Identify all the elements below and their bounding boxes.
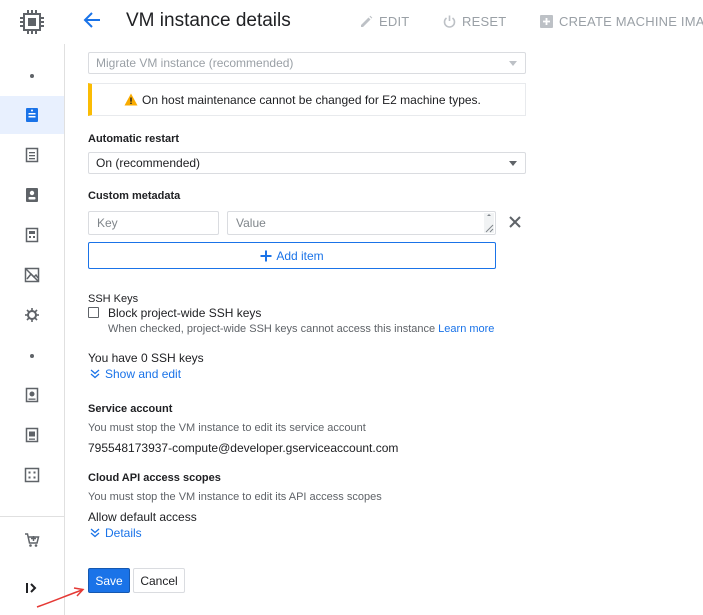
chevron-down-icon [509, 161, 517, 166]
metadata-key-input[interactable]: Key [88, 211, 219, 235]
metadata-value-textarea[interactable]: Value [227, 211, 496, 235]
api-access-scopes-label: Cloud API access scopes [88, 472, 221, 484]
add-item-label: Add item [276, 248, 324, 263]
reset-button[interactable]: RESET [443, 14, 506, 29]
ssh-keys-label: SSH Keys [88, 293, 139, 305]
block-project-ssh-keys-checkbox[interactable] [88, 307, 99, 318]
create-machine-image-label: CREATE MACHINE IMAG [559, 14, 703, 29]
snapshots-nav-icon[interactable] [0, 425, 64, 445]
warning-text: On host maintenance cannot be changed fo… [142, 92, 481, 107]
page-title: VM instance details [126, 10, 291, 31]
chevron-down-icon [509, 61, 517, 66]
show-and-edit-label: Show and edit [105, 367, 182, 381]
instance-templates-nav-icon[interactable] [0, 185, 64, 205]
on-host-maintenance-value: Migrate VM instance (recommended) [96, 56, 294, 70]
disks-nav-icon[interactable] [0, 385, 64, 405]
details-label: Details [105, 526, 142, 540]
service-account-help: You must stop the VM instance to edit it… [88, 422, 366, 434]
machine-images-nav-icon[interactable] [0, 265, 64, 285]
power-icon [443, 15, 456, 28]
automatic-restart-select[interactable]: On (recommended) [88, 152, 526, 174]
plus-icon [260, 250, 272, 261]
page-header: VM instance details EDIT RESET CREATE MA… [64, 0, 703, 44]
metadata-key-placeholder: Key [97, 216, 118, 230]
warning-icon [124, 93, 138, 106]
annotation-arrow-icon [36, 587, 85, 608]
compute-engine-logo-icon[interactable] [0, 2, 64, 42]
images-nav-icon[interactable] [0, 465, 64, 485]
on-host-maintenance-select: Migrate VM instance (recommended) [88, 52, 526, 74]
save-button[interactable]: Save [88, 568, 130, 593]
left-nav-sidebar [0, 0, 65, 615]
section-dot-icon [0, 346, 64, 366]
custom-metadata-label: Custom metadata [88, 190, 181, 202]
remove-item-close-icon[interactable] [508, 215, 522, 232]
service-account-value: 795548173937-compute@developer.gservicea… [88, 441, 399, 455]
service-account-label: Service account [88, 403, 173, 415]
block-ssh-help-text: When checked, project-wide SSH keys cann… [108, 323, 494, 335]
pencil-icon [361, 15, 373, 27]
block-ssh-help: When checked, project-wide SSH keys cann… [108, 323, 436, 335]
create-machine-image-button[interactable]: CREATE MACHINE IMAG [540, 14, 703, 29]
metadata-value-placeholder: Value [236, 216, 266, 230]
edit-button[interactable]: EDIT [360, 14, 409, 29]
maintenance-warning-banner: On host maintenance cannot be changed fo… [88, 83, 526, 116]
show-and-edit-ssh-keys[interactable]: Show and edit [90, 367, 181, 381]
tpus-nav-icon[interactable] [0, 305, 64, 325]
add-item-button[interactable]: Add item [88, 242, 496, 269]
back-arrow-icon[interactable] [82, 10, 102, 33]
api-scopes-details-toggle[interactable]: Details [90, 526, 142, 540]
vm-instances-nav-icon[interactable] [0, 96, 64, 134]
instance-groups-nav-icon[interactable] [0, 145, 64, 165]
cancel-button[interactable]: Cancel [133, 568, 185, 593]
automatic-restart-value: On (recommended) [96, 156, 201, 170]
api-access-scopes-value: Allow default access [88, 510, 197, 524]
marketplace-cart-icon[interactable] [0, 530, 64, 550]
double-chevron-down-icon [90, 528, 100, 538]
sole-tenant-nodes-nav-icon[interactable] [0, 225, 64, 245]
add-box-icon [540, 15, 553, 28]
automatic-restart-label: Automatic restart [88, 133, 180, 145]
learn-more-link[interactable]: Learn more [438, 323, 494, 335]
section-dot-icon [0, 66, 64, 86]
sidebar-divider [0, 516, 64, 517]
ssh-keys-count: You have 0 SSH keys [88, 351, 204, 365]
edit-label: EDIT [379, 14, 410, 29]
block-project-ssh-keys-label[interactable]: Block project-wide SSH keys [108, 306, 261, 320]
reset-label: RESET [462, 14, 507, 29]
double-chevron-down-icon [90, 369, 100, 379]
api-access-scopes-help: You must stop the VM instance to edit it… [88, 491, 382, 503]
textarea-resize-handle-icon[interactable] [480, 213, 494, 233]
